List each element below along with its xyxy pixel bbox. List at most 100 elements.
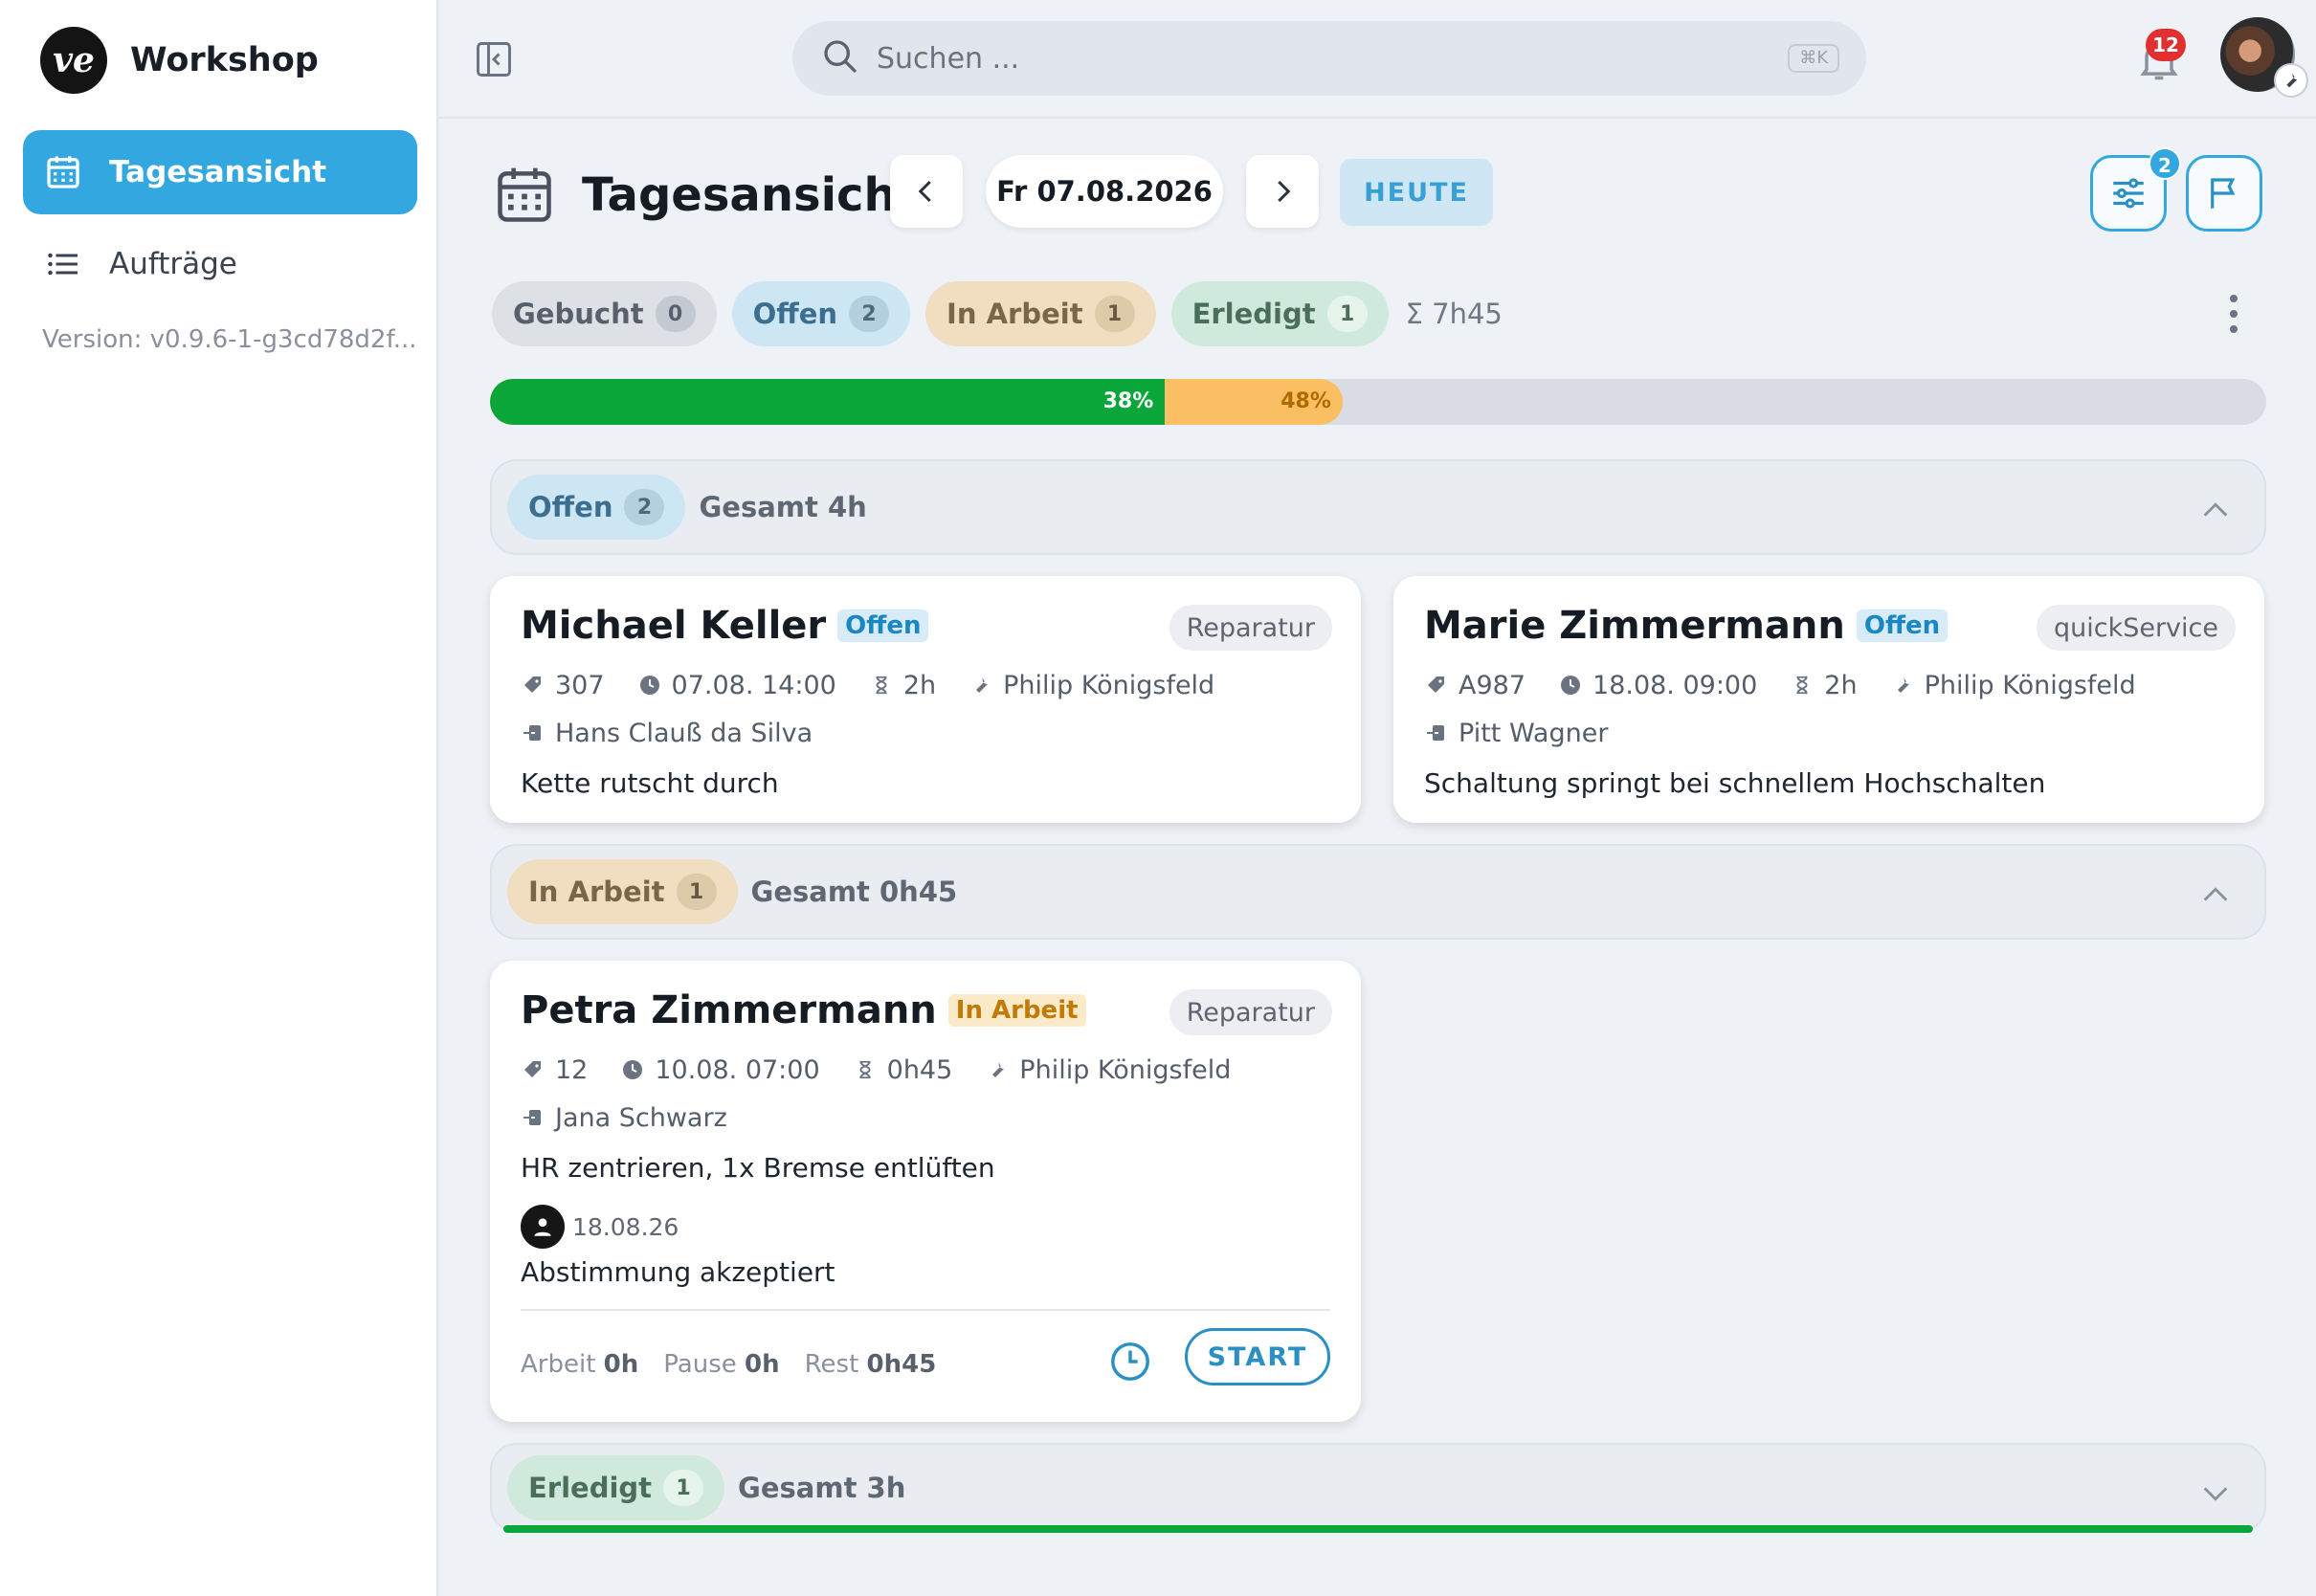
status-chip-erledigt[interactable]: Erledigt 1	[1170, 281, 1389, 346]
login-icon	[521, 1105, 546, 1130]
progress-bar: 48% 38%	[490, 379, 2266, 425]
list-icon	[44, 245, 82, 283]
section-total: Gesamt 3h	[738, 1472, 906, 1504]
wrench-icon	[2274, 63, 2308, 98]
clock-icon	[637, 673, 662, 698]
chip-count: 0	[655, 296, 696, 332]
page-header: Tagesansicht	[492, 157, 919, 233]
tag-icon	[521, 673, 546, 698]
order-duration: 2h	[902, 670, 937, 700]
order-mechanic: Philip Königsfeld	[1003, 670, 1215, 700]
calendar-icon	[492, 163, 557, 228]
clock-icon	[620, 1057, 645, 1082]
status-summary: Gebucht 0 Offen 2 In Arbeit 1 Erledigt 1…	[492, 281, 1503, 346]
section-header-erledigt[interactable]: Erledigt 1 Gesamt 3h	[490, 1443, 2266, 1533]
note-date: 18.08.26	[572, 1212, 679, 1241]
chip-label: Erledigt	[1191, 298, 1316, 330]
chip-count: 1	[1326, 296, 1368, 332]
chevron-left-icon	[918, 180, 931, 203]
previous-day-button[interactable]	[890, 155, 963, 228]
chevron-down-icon[interactable]	[2199, 1477, 2232, 1510]
search-shortcut: ⌘K	[1788, 44, 1839, 73]
section-total: Gesamt 0h45	[750, 876, 958, 908]
section-header-offen[interactable]: Offen 2 Gesamt 4h	[490, 459, 2266, 555]
order-datetime: 10.08. 07:00	[655, 1054, 820, 1085]
flag-icon	[2211, 178, 2236, 209]
hourglass-icon	[853, 1057, 878, 1082]
search-bar[interactable]: ⌘K	[792, 21, 1866, 96]
customer-name: Petra Zimmermann	[521, 988, 937, 1032]
more-vertical-icon[interactable]	[2215, 289, 2253, 339]
chip-label: Offen	[752, 298, 838, 330]
search-icon	[821, 37, 859, 79]
next-day-button[interactable]	[1246, 155, 1319, 228]
order-mechanic: Philip Königsfeld	[1019, 1054, 1232, 1085]
version-text: Version: v0.9.6-1-g3cd78d2f...	[42, 325, 417, 354]
order-duration: 0h45	[886, 1054, 953, 1085]
card-footer: Arbeit 0h Pause 0h Rest 0h45 START	[521, 1309, 1330, 1418]
clock-icon	[1558, 673, 1583, 698]
sidebar-item-label: Aufträge	[109, 247, 237, 281]
chevron-up-icon[interactable]	[2199, 494, 2232, 526]
wrench-icon	[1890, 673, 1915, 698]
sidebar-item-label: Tagesansicht	[109, 155, 327, 189]
search-input[interactable]	[877, 41, 1738, 76]
progress-erledigt: 38%	[490, 379, 1166, 425]
note-meta: 18.08.26	[521, 1205, 1330, 1249]
login-icon	[521, 720, 546, 745]
status-badge: Offen	[837, 610, 929, 642]
chip-label: In Arbeit	[528, 876, 665, 908]
topbar: ⌘K 12	[438, 0, 2316, 119]
order-number: 307	[555, 670, 605, 700]
filter-count-badge: 2	[2149, 147, 2181, 180]
order-customer: Hans Clauß da Silva	[555, 718, 813, 748]
wrench-icon	[969, 673, 993, 698]
chevron-right-icon	[1278, 180, 1291, 203]
tag-icon	[521, 1057, 546, 1082]
customer-name: Michael Keller	[521, 604, 827, 648]
note-text: Abstimmung akzeptiert	[521, 1256, 835, 1288]
order-customer: Pitt Wagner	[1459, 718, 1609, 748]
order-duration: 2h	[1824, 670, 1858, 700]
flag-button[interactable]	[2186, 155, 2262, 232]
hourglass-icon	[1790, 673, 1815, 698]
total-time: Σ 7h45	[1405, 298, 1503, 330]
chip-label: Gebucht	[513, 298, 644, 330]
sidebar-toggle-icon[interactable]	[473, 38, 515, 80]
status-chip-offen[interactable]: Offen 2	[731, 281, 911, 346]
chip-count: 1	[663, 1470, 704, 1506]
status-chip-in-arbeit[interactable]: In Arbeit 1	[925, 281, 1156, 346]
order-card[interactable]: Michael Keller Offen Reparatur 307 07.08…	[490, 576, 1361, 823]
wrench-icon	[985, 1057, 1010, 1082]
status-chip-gebucht[interactable]: Gebucht 0	[492, 281, 717, 346]
chip-count: 2	[849, 296, 890, 332]
section-chip: Erledigt 1	[507, 1455, 725, 1520]
today-button[interactable]: HEUTE	[1340, 159, 1493, 226]
clock-icon[interactable]	[1108, 1340, 1152, 1384]
pause-time: Pause 0h	[663, 1350, 780, 1379]
sidebar-item-auftraege[interactable]: Aufträge	[23, 222, 417, 306]
order-card[interactable]: Petra Zimmermann In Arbeit Reparatur 12 …	[490, 961, 1361, 1422]
chip-label: Erledigt	[528, 1472, 653, 1504]
chip-count: 1	[1094, 296, 1135, 332]
order-type-badge: Reparatur	[1169, 989, 1332, 1035]
notification-badge: 12	[2146, 29, 2186, 61]
date-picker[interactable]: Fr 07.08.2026	[986, 155, 1223, 228]
page-title: Tagesansicht	[582, 168, 919, 222]
section-chip: Offen 2	[507, 475, 686, 540]
rest-time: Rest 0h45	[804, 1350, 937, 1379]
brand[interactable]: ve Workshop	[40, 27, 319, 94]
sidebar-item-tagesansicht[interactable]: Tagesansicht	[23, 130, 417, 214]
chip-label: Offen	[528, 491, 613, 523]
main-content: Tagesansicht Fr 07.08.2026 HEUTE 2 Gebuc…	[438, 119, 2316, 1596]
order-datetime: 18.08. 09:00	[1592, 670, 1758, 700]
start-button[interactable]: START	[1185, 1328, 1330, 1385]
chevron-up-icon[interactable]	[2199, 878, 2232, 911]
section-header-in-arbeit[interactable]: In Arbeit 1 Gesamt 0h45	[490, 844, 2266, 940]
tag-icon	[1424, 673, 1449, 698]
status-badge: Offen	[1856, 610, 1949, 642]
hourglass-icon	[869, 673, 894, 698]
calendar-icon	[44, 153, 82, 191]
order-card[interactable]: Marie Zimmermann Offen quickService A987…	[1393, 576, 2264, 823]
order-number: 12	[555, 1054, 589, 1085]
